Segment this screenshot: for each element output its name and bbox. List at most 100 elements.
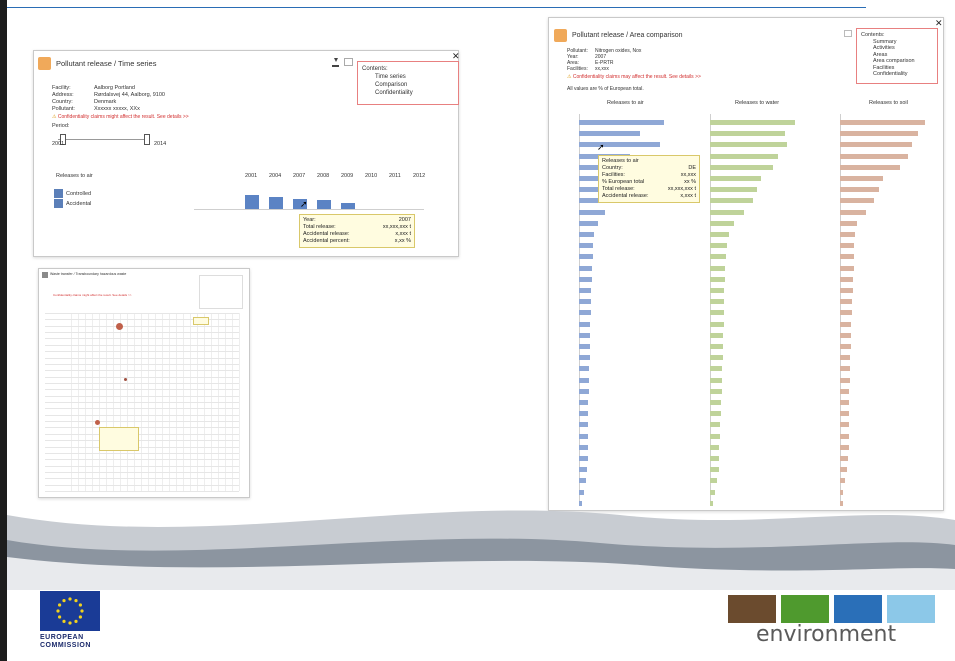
water-bar[interactable] — [710, 209, 744, 215]
water-bar[interactable] — [710, 254, 727, 260]
air-bar[interactable] — [579, 422, 589, 428]
water-bar[interactable] — [710, 332, 723, 338]
soil-bar[interactable] — [840, 344, 852, 349]
time-series-bar[interactable] — [341, 203, 355, 209]
time-series-bar[interactable] — [269, 197, 283, 209]
water-bar[interactable] — [710, 243, 727, 249]
water-bar[interactable] — [710, 388, 722, 394]
air-bar[interactable] — [579, 478, 586, 484]
water-bar[interactable] — [710, 467, 719, 473]
soil-bar[interactable] — [840, 232, 856, 237]
soil-bar[interactable] — [840, 388, 850, 394]
soil-bar[interactable] — [840, 321, 852, 327]
controlled-legend-swatch[interactable] — [54, 189, 63, 198]
bubble-small[interactable] — [124, 378, 127, 381]
air-bar[interactable] — [579, 288, 591, 293]
air-bar[interactable] — [579, 276, 592, 282]
air-bar[interactable] — [579, 220, 598, 226]
water-bar[interactable] — [710, 456, 720, 461]
water-bar[interactable] — [710, 321, 724, 327]
water-bar[interactable] — [710, 176, 761, 181]
soil-bar[interactable] — [840, 120, 925, 125]
water-bar[interactable] — [710, 299, 725, 305]
air-bar[interactable] — [579, 120, 664, 125]
water-bar[interactable] — [710, 444, 720, 450]
soil-bar[interactable] — [840, 400, 850, 405]
transboundary-warning[interactable]: Confidentiality claims might affect the … — [53, 293, 132, 297]
soil-bar[interactable] — [840, 489, 844, 495]
air-bar[interactable] — [579, 400, 589, 405]
soil-bar[interactable] — [840, 467, 847, 473]
soil-bar[interactable] — [840, 209, 866, 215]
air-bar[interactable] — [579, 265, 592, 271]
water-bar[interactable] — [710, 232, 729, 237]
water-bar[interactable] — [710, 366, 722, 372]
soil-bar[interactable] — [840, 332, 852, 338]
soil-bar[interactable] — [840, 176, 883, 181]
water-bar[interactable] — [710, 187, 757, 193]
soil-bar[interactable] — [840, 187, 880, 193]
air-bar[interactable] — [579, 209, 605, 215]
print-icon-area[interactable] — [844, 30, 852, 37]
soil-bar[interactable] — [840, 377, 851, 383]
bubble-large[interactable] — [116, 323, 123, 330]
soil-bar[interactable] — [840, 243, 855, 249]
soil-bar[interactable] — [840, 422, 849, 428]
accidental-legend-swatch[interactable] — [54, 199, 63, 208]
air-bar[interactable] — [579, 467, 587, 473]
contents-link-confidentiality-area[interactable]: Confidentiality — [861, 71, 933, 78]
air-bar[interactable] — [579, 332, 591, 338]
soil-bar[interactable] — [840, 254, 854, 260]
air-bar[interactable] — [579, 321, 591, 327]
water-bar[interactable] — [710, 411, 722, 417]
air-bar[interactable] — [579, 444, 588, 450]
water-bar[interactable] — [710, 142, 787, 148]
water-bar[interactable] — [710, 400, 722, 405]
water-bar[interactable] — [710, 131, 785, 137]
contents-link-confidentiality[interactable]: Confidentiality — [362, 89, 454, 97]
download-icon[interactable] — [332, 58, 339, 67]
air-bar[interactable] — [579, 243, 593, 249]
water-bar[interactable] — [710, 276, 726, 282]
air-bar[interactable] — [579, 142, 660, 148]
water-bar[interactable] — [710, 489, 716, 495]
air-bar[interactable] — [579, 456, 588, 461]
air-bar[interactable] — [579, 254, 593, 260]
print-icon[interactable] — [344, 58, 353, 66]
contents-link-comparison[interactable]: Comparison — [362, 81, 454, 89]
soil-bar[interactable] — [840, 433, 849, 439]
water-bar[interactable] — [710, 344, 723, 349]
time-series-bar[interactable] — [245, 195, 259, 209]
soil-bar[interactable] — [840, 288, 853, 293]
air-bar[interactable] — [579, 232, 595, 237]
area-warning[interactable]: ⚠ Confidentiality claims may affect the … — [567, 74, 701, 80]
bubble-medium[interactable] — [95, 420, 100, 425]
air-bar[interactable] — [579, 366, 590, 372]
soil-bar[interactable] — [840, 220, 857, 226]
water-bar[interactable] — [710, 422, 721, 428]
soil-bar[interactable] — [840, 198, 874, 204]
air-bar[interactable] — [579, 489, 585, 495]
soil-bar[interactable] — [840, 164, 900, 170]
period-end-handle[interactable] — [144, 134, 150, 145]
water-bar[interactable] — [710, 377, 722, 383]
water-bar[interactable] — [710, 288, 725, 293]
contents-link-time-series[interactable]: Time series — [362, 73, 454, 81]
air-bar[interactable] — [579, 377, 590, 383]
water-bar[interactable] — [710, 433, 721, 439]
air-bar[interactable] — [579, 344, 591, 349]
water-bar[interactable] — [710, 478, 717, 484]
soil-bar[interactable] — [840, 411, 850, 417]
soil-bar[interactable] — [840, 153, 908, 159]
soil-bar[interactable] — [840, 276, 853, 282]
water-bar[interactable] — [710, 355, 723, 361]
period-slider-track[interactable] — [58, 139, 148, 140]
soil-bar[interactable] — [840, 366, 851, 372]
water-bar[interactable] — [710, 198, 753, 204]
time-series-bar[interactable] — [317, 200, 331, 209]
soil-bar[interactable] — [840, 299, 852, 305]
air-bar[interactable] — [579, 388, 590, 394]
air-bar[interactable] — [579, 433, 588, 439]
water-bar[interactable] — [710, 265, 726, 271]
air-bar[interactable] — [579, 355, 591, 361]
